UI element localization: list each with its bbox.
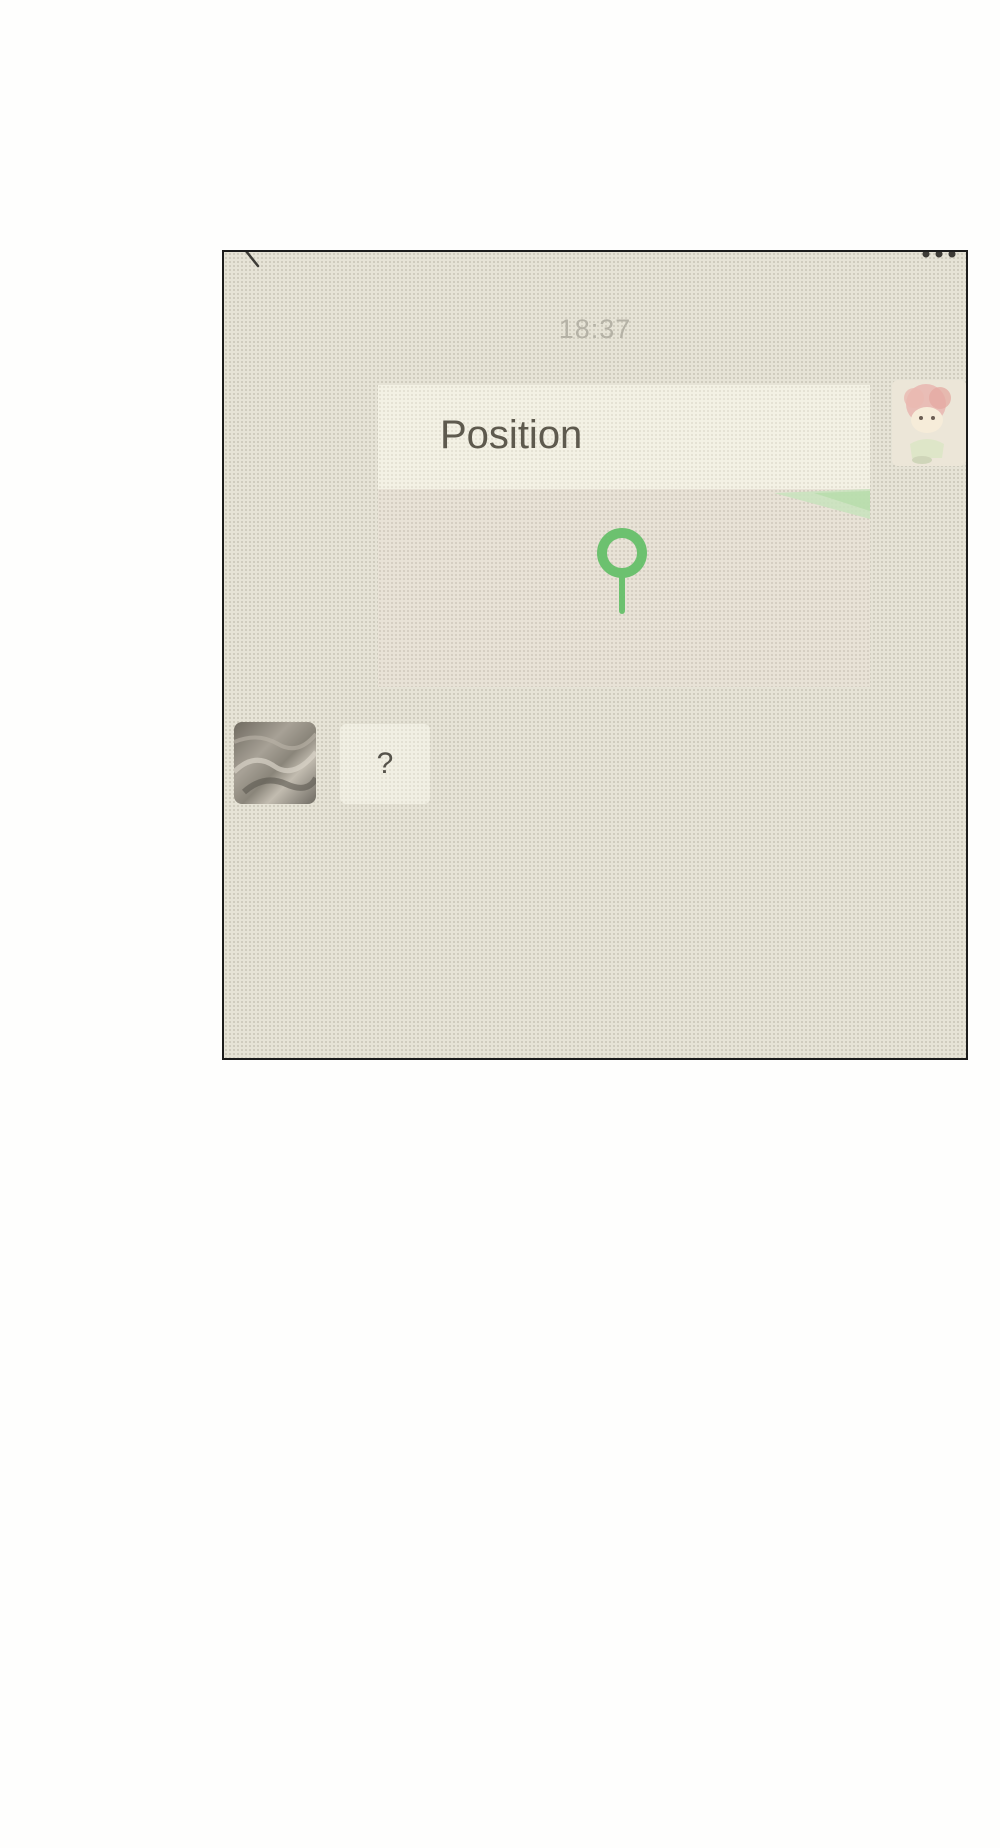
map-pin-icon — [597, 528, 647, 614]
chat-panel: 18:37 Position ? — [222, 250, 968, 1060]
map-tail-decoration — [774, 489, 870, 519]
location-message[interactable]: Position — [378, 385, 870, 687]
chevron-left-icon[interactable] — [240, 250, 268, 272]
more-dots-icon[interactable] — [920, 250, 960, 260]
self-avatar[interactable] — [892, 380, 966, 466]
contact-avatar[interactable] — [234, 722, 316, 804]
reply-message-bubble: ? — [340, 724, 430, 804]
location-title: Position — [440, 413, 583, 457]
message-timestamp: 18:37 — [558, 314, 632, 344]
location-map-preview — [378, 489, 870, 687]
reply-message-text: ? — [376, 747, 394, 780]
location-header: Position — [378, 385, 870, 489]
